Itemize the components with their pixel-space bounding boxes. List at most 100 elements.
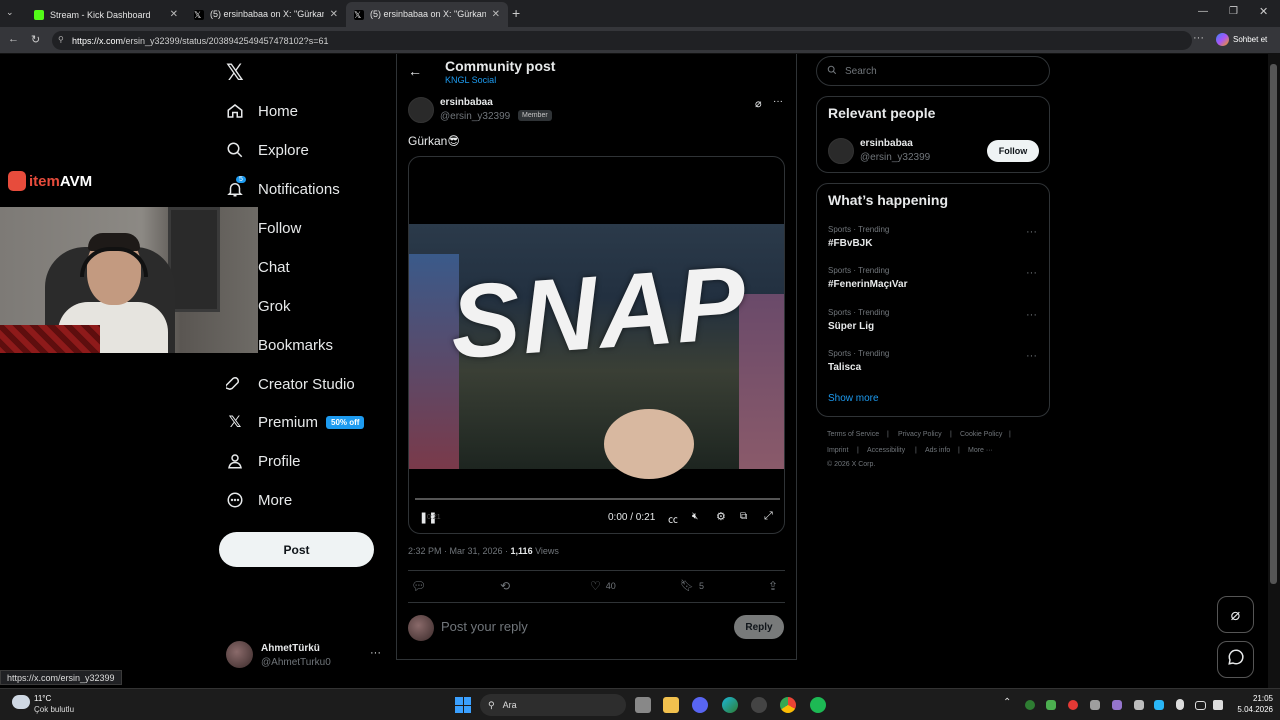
red-blanket	[0, 325, 100, 353]
new-tab-icon[interactable]: +	[512, 5, 520, 21]
nav-premium[interactable]: 𝕏 Premium 50% off	[226, 413, 365, 431]
weather-icon[interactable]	[12, 695, 30, 709]
footer-link[interactable]: Privacy Policy	[898, 431, 942, 438]
url-field[interactable]: ⚲ https://x.com/ersin_y32399/status/2038…	[52, 31, 1192, 50]
bookmark-action[interactable]: 🔖︎ 5	[680, 579, 704, 592]
nav-notifications[interactable]: 5 Notifications	[226, 176, 340, 198]
copilot-button[interactable]: Sohbet et	[1216, 33, 1267, 46]
captions-icon[interactable]: ㏄	[668, 511, 678, 526]
fullscreen-icon[interactable]: ⤢	[764, 510, 773, 523]
repost-icon: ⟲	[500, 579, 511, 593]
avatar	[226, 641, 253, 668]
tab-kick[interactable]: Stream - Kick Dashboard ✕	[26, 2, 186, 27]
trend-more-icon[interactable]: ···	[1026, 267, 1037, 279]
settings-icon[interactable]: ⚙	[716, 510, 726, 523]
author-name[interactable]: ersinbabaa	[440, 97, 493, 108]
trend-item[interactable]: Sports · Trending #FenerinMaçıVar	[828, 266, 907, 290]
reload-icon[interactable]: ↻	[31, 33, 40, 46]
grok-float-button[interactable]: ⌀	[1217, 596, 1254, 633]
nav-profile[interactable]: Profile	[226, 452, 301, 470]
mute-icon[interactable]: 🔇︎	[692, 511, 698, 522]
scrollbar-thumb[interactable]	[1270, 64, 1277, 584]
tray-app-icon[interactable]	[1046, 700, 1056, 710]
footer-link[interactable]: Imprint	[827, 447, 848, 454]
show-more-link[interactable]: Show more	[828, 393, 879, 404]
footer-link[interactable]: Terms of Service	[827, 431, 879, 438]
tray-app-icon[interactable]	[1154, 700, 1164, 710]
reply-action[interactable]: 💬︎	[411, 579, 426, 593]
tray-app-icon[interactable]	[1134, 700, 1144, 710]
nav-creator-studio[interactable]: Creator Studio	[226, 375, 355, 393]
search-icon: ⚲	[488, 699, 495, 710]
chat-bubble-icon	[1227, 648, 1245, 671]
footer-link[interactable]: Cookie Policy	[960, 431, 1002, 438]
tab-actions-icon[interactable]: ⌄	[6, 7, 14, 18]
volume-icon[interactable]	[1213, 700, 1223, 710]
task-view-icon[interactable]	[635, 697, 651, 713]
post-more-icon[interactable]: ···	[773, 96, 783, 107]
steam-icon[interactable]	[751, 697, 767, 713]
author-handle[interactable]: @ersin_y32399	[440, 111, 510, 122]
pip-icon[interactable]: ⧉	[740, 511, 747, 522]
restore-icon[interactable]: ❐	[1229, 6, 1238, 17]
messages-float-button[interactable]	[1217, 641, 1254, 678]
person-name[interactable]: ersinbabaa	[860, 138, 913, 149]
trend-more-icon[interactable]: ···	[1026, 226, 1037, 238]
search-box[interactable]: Search	[816, 56, 1050, 86]
chrome-icon[interactable]	[780, 697, 796, 713]
reply-button[interactable]: Reply	[734, 615, 784, 639]
microphone-icon[interactable]	[1176, 699, 1184, 710]
back-arrow-icon[interactable]: ←	[408, 63, 422, 79]
account-more-icon[interactable]: ···	[370, 647, 381, 659]
footer-link[interactable]: More ···	[968, 447, 993, 454]
close-icon[interactable]: ✕	[170, 9, 178, 20]
close-icon[interactable]: ✕	[330, 9, 338, 20]
footer-link[interactable]: Ads info	[925, 447, 950, 454]
trend-more-icon[interactable]: ···	[1026, 350, 1037, 362]
nav-home[interactable]: Home	[226, 102, 298, 120]
trend-item[interactable]: Sports · Trending #FBvBJK	[828, 225, 889, 249]
tray-app-icon[interactable]	[1112, 700, 1122, 710]
nav-explore[interactable]: Explore	[226, 141, 309, 159]
close-icon[interactable]: ✕	[492, 9, 500, 20]
settings-more-icon[interactable]: ···	[1193, 32, 1204, 44]
edge-icon[interactable]	[722, 697, 738, 713]
person-avatar[interactable]	[828, 138, 854, 164]
community-name[interactable]: KNGL Social	[445, 75, 496, 85]
follow-button[interactable]: Follow	[987, 140, 1039, 162]
video-player[interactable]: SNAP ❚❚ 0:21 0:00 / 0:21 ㏄ 🔇︎ ⚙ ⧉ ⤢	[408, 156, 785, 534]
nav-more[interactable]: More	[226, 491, 292, 509]
progress-track[interactable]	[415, 498, 780, 500]
discord-icon[interactable]	[692, 697, 708, 713]
tray-app-icon[interactable]	[1068, 700, 1078, 710]
trend-item[interactable]: Sports · Trending Talisca	[828, 349, 889, 373]
share-action[interactable]: ⇪	[768, 579, 778, 593]
person-handle: @ersin_y32399	[860, 152, 931, 163]
tray-chevron-icon[interactable]: ⌃	[1003, 697, 1011, 708]
minimize-icon[interactable]: —	[1198, 6, 1208, 17]
back-icon[interactable]: ←	[8, 33, 19, 45]
x-logo-icon[interactable]: 𝕏	[226, 60, 244, 86]
tray-app-icon[interactable]	[1090, 700, 1100, 710]
account-switcher[interactable]: AhmetTürkü @AhmetTurku0 ···	[226, 641, 386, 671]
share-icon: ⇪	[768, 579, 779, 593]
reply-input[interactable]: Post your reply	[441, 619, 528, 634]
repost-action[interactable]: ⟲	[500, 579, 510, 593]
grok-icon[interactable]: ⌀	[755, 97, 762, 110]
post-button[interactable]: Post	[219, 532, 374, 567]
tray-app-icon[interactable]	[1025, 700, 1035, 710]
trend-item[interactable]: Sports · Trending Süper Lig	[828, 308, 889, 332]
like-action[interactable]: ♡ 40	[590, 579, 616, 593]
author-avatar[interactable]	[408, 97, 434, 123]
site-info-icon[interactable]: ⚲	[58, 35, 64, 44]
taskbar-search[interactable]: ⚲ Ara	[480, 694, 626, 716]
tab-x-1[interactable]: 𝕏 (5) ersinbabaa on X: "Gürkan😎 ht ✕	[186, 2, 346, 27]
file-explorer-icon[interactable]	[663, 697, 679, 713]
start-icon[interactable]	[455, 697, 471, 713]
network-icon[interactable]	[1195, 701, 1206, 710]
close-window-icon[interactable]: ✕	[1259, 5, 1268, 18]
footer-link[interactable]: Accessibility	[867, 447, 905, 454]
tab-x-2[interactable]: 𝕏 (5) ersinbabaa on X: "Gürkan😎 ht ✕	[346, 2, 508, 27]
trend-more-icon[interactable]: ···	[1026, 309, 1037, 321]
spotify-icon[interactable]	[810, 697, 826, 713]
